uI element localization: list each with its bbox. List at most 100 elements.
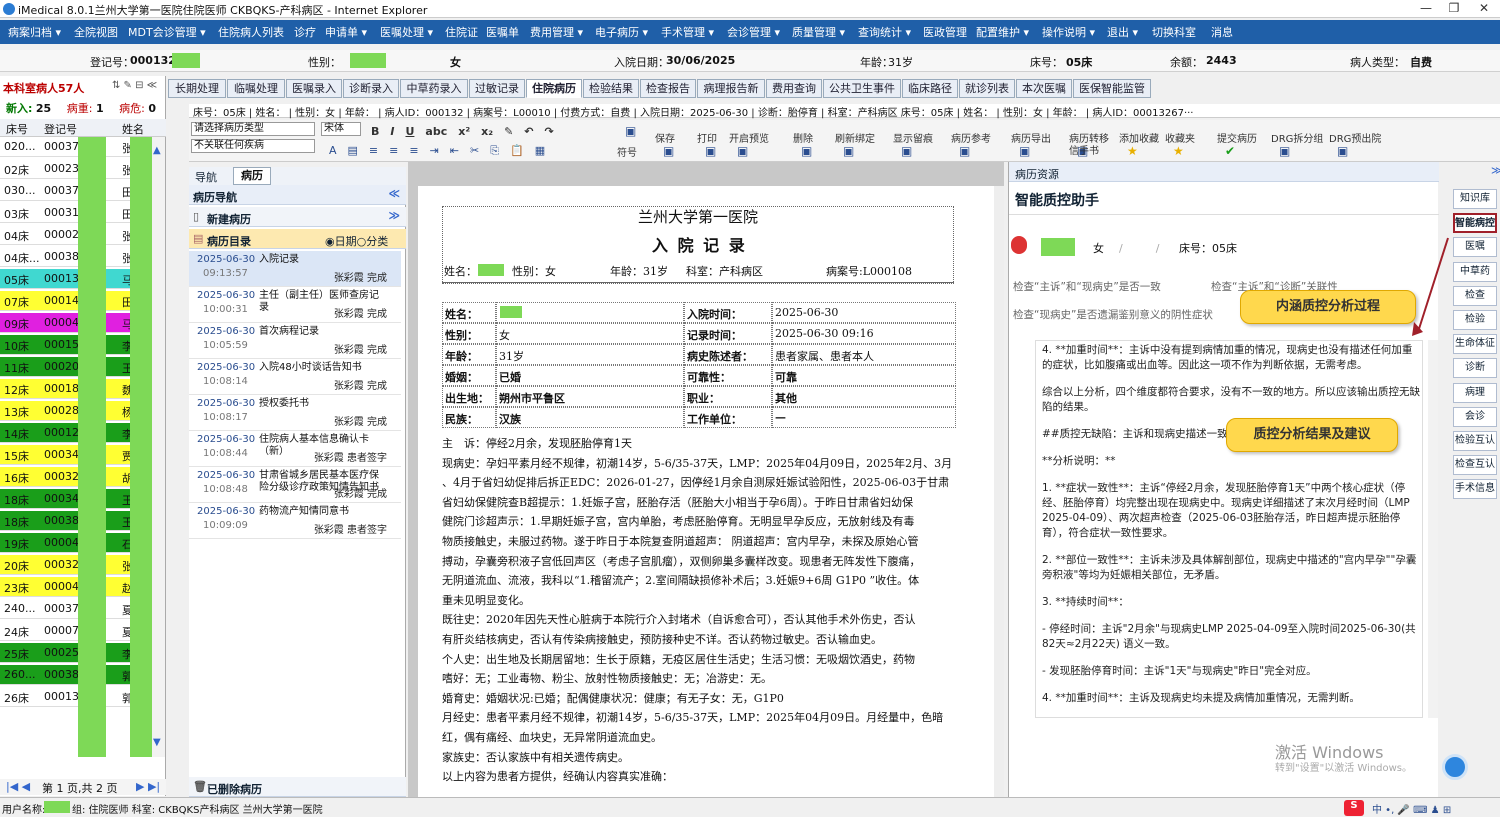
tab-function[interactable]: 本次医嘱 [1016,79,1072,98]
menu-item[interactable]: 住院证 [445,24,478,40]
tab-function[interactable]: 检查报告 [640,79,696,98]
format-icons[interactable]: A ▤ ≡ ≡ ≡ ⇥ ⇤ ✂ ⎘ 📋 ▦ [329,142,545,158]
tab-function[interactable]: 临嘱处理 [227,79,285,98]
record-type-select[interactable]: 请选择病历类型 [191,122,315,136]
side-button[interactable]: 诊断 [1453,358,1497,379]
patient-row[interactable]: 04床... 000380 张 [0,247,150,267]
bold-icon[interactable]: B I U abc x² x₂ ✎ ↶ ↷ [371,123,554,139]
tab-function[interactable]: 长期处理 [168,79,226,98]
tab-function[interactable]: 医嘱录入 [286,79,342,98]
scroll-down-icon[interactable]: ▼ [153,737,161,748]
menu-item[interactable]: 医嘱处理 ▾ [380,24,433,40]
menu-item[interactable]: 诊疗 [294,24,316,40]
patient-row[interactable]: 12床 000182 魏 [0,379,150,399]
preview-button[interactable]: 开启预览 [729,130,769,145]
patient-row[interactable]: 02床 000237 张 [0,159,150,179]
side-button[interactable]: 会诊 [1453,406,1497,427]
deleted-records[interactable]: 🗑 已删除病历 [189,777,406,797]
handwriting-button[interactable]: 信手书 [1069,142,1099,157]
side-button[interactable]: 中草药 [1453,261,1497,282]
add-favorite-button[interactable]: 添加收藏 [1119,130,1159,145]
patient-row[interactable]: 19床 000048 石 [0,533,150,553]
font-select[interactable]: 宋体 [321,122,361,136]
patient-row[interactable]: 020... 000379 张 [0,137,150,157]
tab-records[interactable]: 病历 [233,167,271,185]
menu-item[interactable]: 全院视图 [74,24,118,40]
submit-record-button[interactable]: 提交病历 [1217,130,1257,145]
patient-row[interactable]: 240... 000379 夏 [0,599,150,619]
menu-item[interactable]: 质量管理 ▾ [792,24,845,40]
drg-discharge-button[interactable]: DRG预出院 [1329,130,1381,145]
disease-link-select[interactable]: 不关联任何疾病 [191,139,315,153]
side-button[interactable]: 检查 [1453,285,1497,306]
tab-function[interactable]: 诊断录入 [343,79,399,98]
side-button[interactable]: 手术信息 [1453,479,1497,500]
patient-row[interactable]: 24床 000075 夏 [0,621,150,641]
patient-row[interactable]: 20床 000325 张 [0,555,150,575]
record-item[interactable]: 2025-06-30 10:08:17 授权委托书 张彩霞 完成 [189,395,401,431]
record-item[interactable]: 2025-06-30 10:05:59 首次病程记录 张彩霞 完成 [189,323,401,359]
patient-row[interactable]: 16床 000328 胡 [0,467,150,487]
side-button[interactable]: 检查互认 [1453,455,1497,476]
menu-item[interactable]: 切换科室 [1152,24,1196,40]
record-item[interactable]: 2025-06-30 10:09:09 药物流产知情同意书 张彩霞 患者签字 [189,503,401,539]
menu-item[interactable]: 手术管理 ▾ [661,24,714,40]
print-button[interactable]: 打印 [697,130,717,145]
menu-item[interactable]: 查询统计 ▾ [858,24,911,40]
side-button[interactable]: 病理 [1453,382,1497,403]
collapse-icon[interactable]: ≪ [388,187,400,200]
tab-function[interactable]: 过敏记录 [469,79,525,98]
maximize-icon[interactable]: ❐ [1444,1,1464,15]
menu-item[interactable]: 电子病历 ▾ [595,24,648,40]
patient-row[interactable]: 07床 000146 田 [0,291,150,311]
patient-row[interactable]: 03床 000310 田 [0,203,150,223]
tray-icons[interactable]: 中 •, 🎤 ⌨ ♟ ⊞ [1372,801,1451,816]
drg-split-button[interactable]: DRG拆分组 [1271,130,1323,145]
next-page-icon[interactable]: ▶ ▶| [136,780,160,793]
minimize-icon[interactable]: — [1416,1,1436,15]
menu-item[interactable]: 退出 ▾ [1107,24,1138,40]
tab-function[interactable]: 中草药录入 [400,79,468,98]
patient-row[interactable]: 11床 000209 王 [0,357,150,377]
patient-row[interactable]: 15床 000346 贾 [0,445,150,465]
expand-icon[interactable]: ≫ [388,209,400,222]
menu-item[interactable]: 申请单 ▾ [325,24,367,40]
tab-function[interactable]: 公共卫生事件 [823,79,901,98]
patient-row[interactable]: 030... 000379 田 [0,181,150,201]
tab-function[interactable]: 就诊列表 [959,79,1015,98]
menu-item[interactable]: 住院病人列表 [218,24,284,40]
menu-item[interactable]: 病案归档 ▾ [8,24,61,40]
collapse-right-icon[interactable]: ≫ [1491,164,1500,177]
patient-row[interactable]: 18床 000347 王 [0,489,150,509]
sort-toggle[interactable]: ◉日期○分类 [325,233,388,249]
tab-function[interactable]: 检验结果 [583,79,639,98]
tab-function[interactable]: 病理报告新 [697,79,765,98]
new-record[interactable]: ▯ 新建病历 ≫ [189,207,406,227]
record-item[interactable]: 2025-06-30 10:08:44 住院病人基本信息确认卡（新） 张彩霞 患者签字 [189,431,401,467]
record-item[interactable]: 2025-06-30 10:08:48 甘肃省城乡居民基本医疗保险分级诊疗政策知情告… [189,467,401,503]
side-button[interactable]: 检验 [1453,310,1497,330]
side-button[interactable]: 知识库 [1453,189,1497,209]
side-button[interactable]: 检验互认 [1453,431,1497,451]
patient-row[interactable]: 18床 000380 王 [0,511,150,531]
patient-row[interactable]: 25床 000257 李 [0,643,150,663]
menu-item[interactable]: 费用管理 ▾ [530,24,583,40]
patient-row[interactable]: 05床 000132 马 [0,269,150,289]
patient-row[interactable]: 13床 000286 杨 [0,401,150,421]
close-icon[interactable]: ✕ [1474,1,1494,15]
patient-row[interactable]: 14床 000122 李 [0,423,150,443]
patient-row[interactable]: 09床 000044 马 [0,313,150,333]
record-reference-button[interactable]: 病历参考 [951,130,991,145]
qc-scrollbar[interactable] [1428,340,1438,718]
patient-row[interactable]: 260... 000380 郭 [0,665,150,685]
menu-item[interactable]: 医嘱单 [486,24,519,40]
symbol-button[interactable]: 符号 [617,144,637,159]
check-chief-vs-history[interactable]: 检查“主诉”和“现病史”是否一致 [1013,279,1161,294]
record-item[interactable]: 2025-06-30 10:08:14 入院48小时谈话告知书 张彩霞 完成 [189,359,401,395]
document-page[interactable]: 兰州大学第一医院 入 院 记 录 姓名： 性别：女 年龄：31岁 科室：产科病区… [418,186,994,797]
show-trace-button[interactable]: 显示留痕 [893,130,933,145]
record-item[interactable]: 2025-06-30 10:00:31 主任（副主任）医师查房记录 张彩霞 完成 [189,287,401,323]
ime-icon[interactable]: S [1344,800,1364,816]
refresh-binding-button[interactable]: 刷新绑定 [835,130,875,145]
tab-function[interactable]: 住院病历 [526,79,582,98]
